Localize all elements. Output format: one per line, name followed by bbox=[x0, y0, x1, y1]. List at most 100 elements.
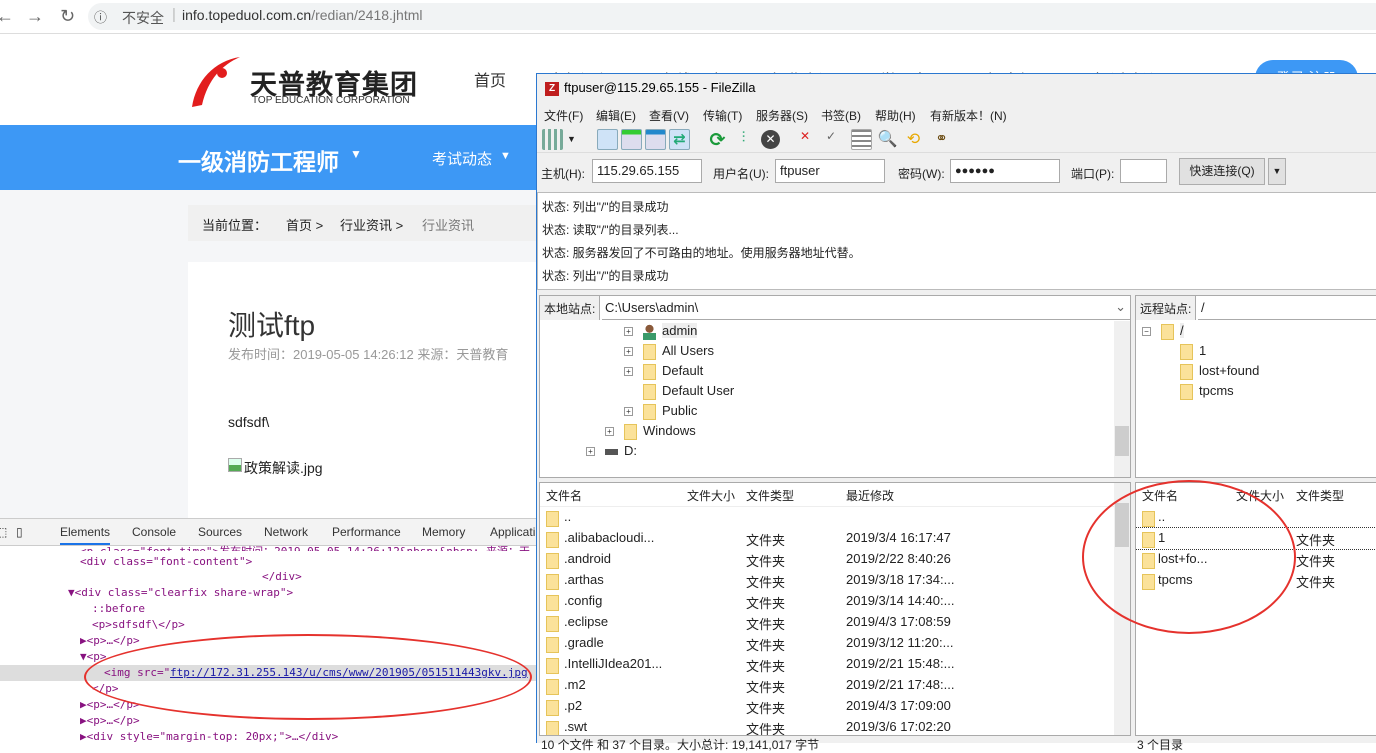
tree-item[interactable]: tpcms bbox=[1180, 383, 1234, 400]
port-input[interactable] bbox=[1120, 159, 1167, 183]
tree-item-admin[interactable]: + admin bbox=[624, 323, 698, 340]
process-queue-icon[interactable]: ⫶ bbox=[733, 129, 754, 150]
forward-icon[interactable]: → bbox=[26, 6, 44, 27]
annotation-circle bbox=[1082, 480, 1296, 634]
dom-line[interactable]: ▼<div class="clearfix share-wrap"> bbox=[68, 586, 293, 599]
log-line: 状态: 读取"/"的目录列表... bbox=[542, 223, 679, 237]
col-filesize[interactable]: 文件大小 bbox=[687, 487, 735, 504]
tab-console[interactable]: Console bbox=[132, 525, 176, 539]
dom-line[interactable]: ▶<p>…</p> bbox=[80, 634, 140, 647]
remote-status: 3 个目录 bbox=[1137, 738, 1184, 752]
refresh-icon[interactable]: ⟳ bbox=[707, 129, 728, 151]
menu-new-version[interactable]: 有新版本！(N) bbox=[930, 107, 1007, 124]
sync-browse-icon[interactable]: ⟲ bbox=[903, 129, 924, 150]
col-filename[interactable]: 文件名 bbox=[546, 487, 582, 504]
tree-item[interactable]: lost+found bbox=[1180, 363, 1259, 380]
file-row[interactable]: .alibabacloudi... 文件夹 2019/3/4 16:17:47 bbox=[540, 528, 1116, 549]
menu-file[interactable]: 文件(F) bbox=[544, 107, 583, 124]
cancel-icon[interactable]: ✕ bbox=[761, 130, 780, 149]
url-text[interactable]: info.topeduol.com.cn/redian/2418.jhtml bbox=[182, 7, 423, 23]
tab-memory[interactable]: Memory bbox=[422, 525, 465, 539]
breadcrumb-home[interactable]: 首页 > bbox=[286, 215, 323, 234]
menu-view[interactable]: 查看(V) bbox=[649, 107, 689, 124]
file-row[interactable]: .p2 文件夹 2019/4/3 17:09:00 bbox=[540, 696, 1116, 717]
reconnect-icon[interactable]: ✓ bbox=[815, 129, 836, 150]
info-icon[interactable]: ⓘ bbox=[94, 7, 107, 26]
search-icon[interactable]: 🔍 bbox=[877, 129, 898, 150]
file-row[interactable]: .. bbox=[540, 507, 1116, 528]
device-toolbar-icon[interactable]: ▯ bbox=[16, 525, 23, 539]
quickconnect-button[interactable]: 快速连接(Q) bbox=[1179, 158, 1265, 185]
binoculars-icon[interactable]: ⚭ bbox=[931, 129, 952, 150]
toggle-log-icon[interactable] bbox=[597, 129, 618, 150]
file-row[interactable]: .eclipse 文件夹 2019/4/3 17:08:59 bbox=[540, 612, 1116, 633]
remote-path-input[interactable]: / bbox=[1198, 296, 1376, 320]
tab-elements[interactable]: Elements bbox=[60, 525, 111, 545]
tab-application[interactable]: Applicati bbox=[490, 525, 535, 539]
tree-item[interactable]: + Windows bbox=[605, 423, 696, 440]
file-type: 文件夹 bbox=[746, 575, 786, 590]
tree-item[interactable]: + Default bbox=[624, 363, 703, 380]
menu-help[interactable]: 帮助(H) bbox=[875, 107, 916, 124]
message-log: 状态: 列出"/"的目录成功 状态: 读取"/"的目录列表... 状态: 服务器… bbox=[537, 192, 1376, 290]
col-filetype[interactable]: 文件类型 bbox=[746, 487, 794, 504]
file-row[interactable]: .swt 文件夹 2019/3/6 17:02:20 bbox=[540, 717, 1116, 735]
tree-item-root[interactable]: − / bbox=[1142, 323, 1184, 340]
dom-line[interactable]: ::before bbox=[92, 602, 145, 615]
chevron-down-icon[interactable]: ▼ bbox=[567, 134, 577, 155]
breadcrumb-news[interactable]: 行业资讯 > bbox=[340, 215, 403, 234]
reload-icon[interactable]: ↻ bbox=[60, 6, 75, 27]
quickconnect-dropdown[interactable]: ▼ bbox=[1268, 158, 1286, 185]
tree-item-drive[interactable]: + D: bbox=[586, 443, 637, 458]
col-modified[interactable]: 最近修改 bbox=[846, 487, 894, 504]
folder-icon bbox=[1180, 383, 1193, 400]
tree-item[interactable]: + Public bbox=[624, 403, 697, 420]
menu-transfer[interactable]: 传输(T) bbox=[703, 107, 742, 124]
menu-edit[interactable]: 编辑(E) bbox=[596, 107, 636, 124]
category-title[interactable]: 一级消防工程师 bbox=[178, 143, 339, 177]
site-manager-icon[interactable] bbox=[542, 129, 563, 150]
disconnect-icon[interactable]: ✕ bbox=[789, 129, 810, 150]
tab-performance[interactable]: Performance bbox=[332, 525, 401, 539]
dom-line[interactable]: ▶<p>…</p> bbox=[80, 714, 140, 727]
file-row[interactable]: .arthas 文件夹 2019/3/18 17:34:... bbox=[540, 570, 1116, 591]
breadcrumb: 当前位置： 首页 > 行业资讯 > 行业资讯 bbox=[188, 205, 548, 241]
file-row[interactable]: .IntelliJIdea201... 文件夹 2019/2/21 15:48:..… bbox=[540, 654, 1116, 675]
file-row[interactable]: .android 文件夹 2019/2/22 8:40:26 bbox=[540, 549, 1116, 570]
back-icon[interactable]: ← bbox=[0, 6, 14, 27]
scrollbar[interactable] bbox=[1114, 321, 1130, 477]
toggle-remote-tree-icon[interactable] bbox=[645, 129, 666, 150]
password-input[interactable]: ●●●●●● bbox=[950, 159, 1060, 183]
chevron-down-icon[interactable]: ⌄ bbox=[1115, 299, 1126, 315]
file-row[interactable]: .gradle 文件夹 2019/3/12 11:20:... bbox=[540, 633, 1116, 654]
dom-line[interactable]: </div> bbox=[262, 570, 302, 583]
dom-line[interactable]: <p class="font-time">发布时间：2019-05-05 14:… bbox=[80, 543, 530, 551]
inspect-icon[interactable]: ⬚ bbox=[0, 525, 7, 539]
tab-sources[interactable]: Sources bbox=[198, 525, 242, 539]
folder-icon bbox=[643, 343, 656, 360]
username-input[interactable]: ftpuser bbox=[775, 159, 885, 183]
window-title-text: ftpuser@115.29.65.155 - FileZilla bbox=[564, 80, 756, 95]
file-modified: 2019/2/21 17:48:... bbox=[846, 677, 955, 692]
tree-item[interactable]: + All Users bbox=[624, 343, 714, 360]
transfer-queue-icon[interactable]: ⇄ bbox=[669, 129, 690, 150]
menu-bookmarks[interactable]: 书签(B) bbox=[821, 107, 861, 124]
article-body: sdfsdf\ bbox=[228, 414, 270, 430]
file-modified: 2019/2/21 15:48:... bbox=[846, 656, 955, 671]
menu-server[interactable]: 服务器(S) bbox=[756, 107, 808, 124]
dom-line[interactable]: ▶<div style="margin-top: 20px;">…</div> bbox=[80, 730, 338, 743]
file-row[interactable]: .m2 文件夹 2019/2/21 17:48:... bbox=[540, 675, 1116, 696]
filter-icon[interactable] bbox=[851, 129, 872, 150]
toggle-local-tree-icon[interactable] bbox=[621, 129, 642, 150]
dom-line[interactable]: <div class="font-content"> bbox=[80, 555, 252, 568]
host-input[interactable]: 115.29.65.155 bbox=[592, 159, 702, 183]
nav-home[interactable]: 首页 bbox=[474, 67, 506, 91]
tree-item[interactable]: 1 bbox=[1180, 343, 1206, 360]
exam-news-menu[interactable]: 考试动态 bbox=[432, 148, 492, 169]
col-filetype[interactable]: 文件类型 bbox=[1296, 487, 1344, 504]
tab-network[interactable]: Network bbox=[264, 525, 308, 539]
file-row[interactable]: .config 文件夹 2019/3/14 14:40:... bbox=[540, 591, 1116, 612]
dom-line[interactable]: <p>sdfsdf\</p> bbox=[92, 618, 185, 631]
tree-item[interactable]: Default User bbox=[643, 383, 734, 400]
local-path-input[interactable]: C:\Users\admin\ ⌄ bbox=[602, 296, 1130, 320]
